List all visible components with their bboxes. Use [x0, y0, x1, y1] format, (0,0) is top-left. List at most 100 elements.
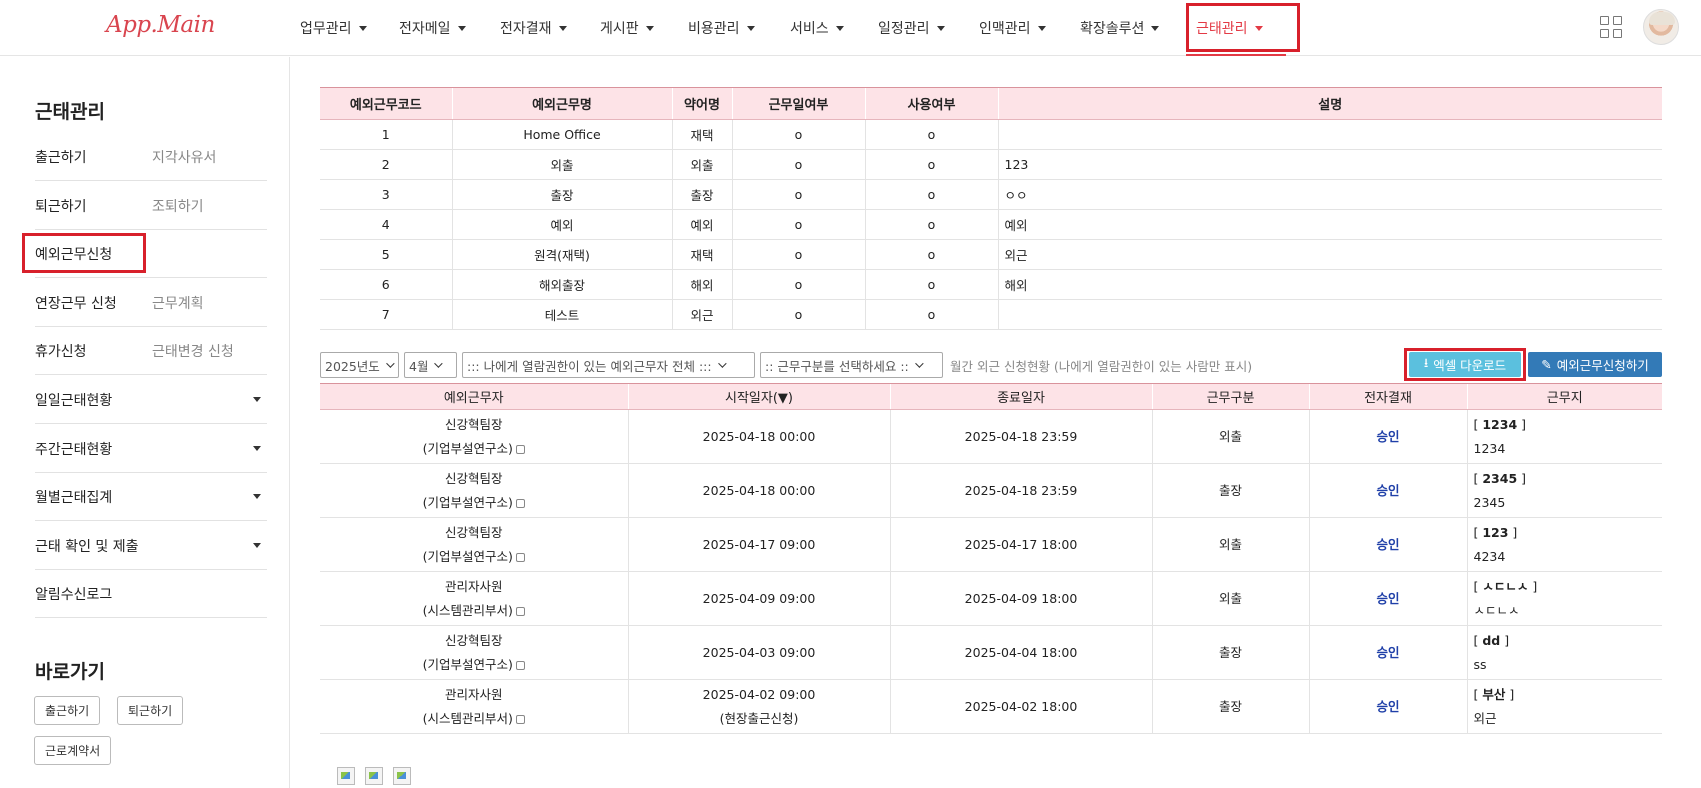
cell: o [864, 209, 998, 240]
row-checkbox[interactable] [515, 498, 525, 508]
sidebar-row: 휴가신청 근태변경 신청 [35, 327, 267, 375]
month-select[interactable]: 4월 [404, 352, 457, 378]
broken-image-icon[interactable] [393, 767, 411, 785]
broken-image-icon[interactable] [337, 767, 355, 785]
row-checkbox[interactable] [515, 552, 525, 562]
table-row: 신강혁팀장 (기업부설연구소) 2025-04-18 00:00 2025-04-… [320, 463, 1662, 518]
end-date: 2025-04-18 23:59 [889, 463, 1152, 518]
place-code: 2345 [1482, 470, 1518, 486]
cell [997, 119, 1662, 150]
cell: o [731, 149, 865, 180]
col-header: 약어명 [671, 87, 732, 120]
shortcut-title: 바로가기 [35, 661, 105, 683]
cell: o [731, 269, 865, 300]
cell: o [864, 149, 998, 180]
sidebar-item-check-out[interactable]: 퇴근하기 [35, 196, 152, 216]
shortcut-check-in-button[interactable]: 출근하기 [34, 696, 101, 725]
approval-status-link[interactable]: 승인 [1308, 517, 1467, 572]
nav-label: 확장솔루션 [1080, 21, 1145, 37]
row-checkbox[interactable] [515, 660, 525, 670]
place-code: dd [1482, 632, 1501, 648]
nav-expense[interactable]: 비용관리 [688, 0, 790, 56]
nav-contacts[interactable]: 인맥관리 [979, 0, 1080, 56]
worker-dept: (기업부설연구소) [422, 548, 513, 564]
sidebar-item-late-reason[interactable]: 지각사유서 [152, 147, 216, 167]
cell: 외출 [671, 149, 732, 180]
nav-extension[interactable]: 확장솔루션 [1080, 0, 1196, 56]
worker-dept: (시스템관리부서) [422, 710, 513, 726]
approval-status-link[interactable]: 승인 [1308, 625, 1467, 680]
chevron-down-icon [717, 359, 727, 368]
start-cell: 2025-04-09 09:00 [627, 571, 890, 626]
table-row: 5 원격(재택) 재택 o o 외근 [320, 239, 1662, 270]
sidebar-item-monthly-summary[interactable]: 월별근태집계 [35, 473, 267, 521]
cell: o [864, 119, 998, 150]
nav-service[interactable]: 서비스 [790, 0, 878, 56]
apply-exception-work-button[interactable]: ✎ 예외근무신청하기 [1528, 352, 1662, 377]
place-detail: 4234 [1473, 548, 1506, 564]
worker-name: 신강혁팀장 [444, 632, 503, 648]
col-header-approval: 전자결재 [1308, 383, 1467, 410]
chevron-down-icon [645, 25, 654, 31]
cell: 원격(재택) [451, 239, 672, 270]
sidebar-item-daily-status[interactable]: 일일근태현황 [35, 376, 267, 424]
sidebar-title: 근태관리 [35, 101, 105, 123]
nav-work[interactable]: 업무관리 [300, 0, 399, 56]
year-select[interactable]: 2025년도 [320, 352, 399, 378]
worker-dept: (기업부설연구소) [422, 494, 513, 510]
broken-image-icon[interactable] [365, 767, 383, 785]
sidebar-item-overtime[interactable]: 연장근무 신청 [35, 293, 152, 313]
sidebar-item-confirm-submit[interactable]: 근태 확인 및 제출 [35, 522, 267, 570]
app-logo[interactable]: App.Main [106, 12, 215, 38]
col-header-start-date[interactable]: 시작일자(▼) [627, 383, 890, 410]
chevron-down-icon [558, 25, 567, 31]
nav-schedule[interactable]: 일정관리 [878, 0, 979, 56]
nav-mail[interactable]: 전자메일 [399, 0, 500, 56]
sidebar-item-leave[interactable]: 휴가신청 [35, 341, 152, 361]
end-date: 2025-04-04 18:00 [889, 625, 1152, 680]
place-code: 1234 [1482, 416, 1518, 432]
sidebar-item-notification-log[interactable]: 알림수신로그 [35, 570, 267, 618]
avatar[interactable] [1643, 9, 1679, 45]
chevron-down-icon [1151, 25, 1160, 31]
row-checkbox[interactable] [515, 444, 525, 454]
cell: 재택 [671, 119, 732, 150]
row-checkbox[interactable] [515, 714, 525, 724]
nav-approval[interactable]: 전자결재 [500, 0, 600, 56]
cell: 출장 [451, 179, 672, 210]
col-header: 설명 [997, 87, 1662, 120]
place-code: 123 [1482, 524, 1509, 540]
apps-grid-icon[interactable] [1600, 16, 1622, 38]
row-checkbox[interactable] [515, 606, 525, 616]
shortcut-contract-button[interactable]: 근로계약서 [34, 736, 112, 765]
sidebar-item-work-plan[interactable]: 근무계획 [152, 293, 204, 313]
cell: Home Office [451, 119, 672, 150]
cell: 2 [320, 149, 452, 180]
work-type: 외출 [1151, 517, 1309, 572]
col-header-end-date: 종료일자 [889, 383, 1152, 410]
start-note: (현장출근신청) [719, 710, 799, 726]
approval-status-link[interactable]: 승인 [1308, 679, 1467, 734]
approval-status-link[interactable]: 승인 [1308, 571, 1467, 626]
chevron-down-icon [434, 359, 444, 368]
cell: ㅇㅇ [997, 179, 1662, 210]
place-detail: ss [1473, 656, 1487, 672]
table-row: 신강혁팀장 (기업부설연구소) 2025-04-18 00:00 2025-04-… [320, 409, 1662, 464]
nav-label: 전자메일 [399, 21, 451, 37]
sidebar-item-early-leave[interactable]: 조퇴하기 [152, 196, 204, 216]
place-cell: [ ㅅㄷㄴㅅ ] ㅅㄷㄴㅅ [1466, 571, 1662, 626]
sidebar-item-attendance-change[interactable]: 근태변경 신청 [152, 341, 234, 361]
sidebar-item-check-in[interactable]: 출근하기 [35, 147, 152, 167]
shortcut-check-out-button[interactable]: 퇴근하기 [117, 696, 184, 725]
worker-name: 신강혁팀장 [444, 470, 503, 486]
approval-status-link[interactable]: 승인 [1308, 463, 1467, 518]
person-select[interactable]: ::: 나에게 열람권한이 있는 예외근무자 전체 ::: [462, 352, 755, 378]
sidebar-item-weekly-status[interactable]: 주간근태현황 [35, 425, 267, 473]
approval-status-link[interactable]: 승인 [1308, 409, 1467, 464]
work-type-select[interactable]: :: 근무구분를 선택하세요 :: [760, 352, 943, 378]
worker-name: 관리자사원 [444, 686, 503, 702]
worker-dept: (시스템관리부서) [422, 602, 513, 618]
cell [997, 299, 1662, 330]
nav-board[interactable]: 게시판 [600, 0, 688, 56]
cell: 6 [320, 269, 452, 300]
